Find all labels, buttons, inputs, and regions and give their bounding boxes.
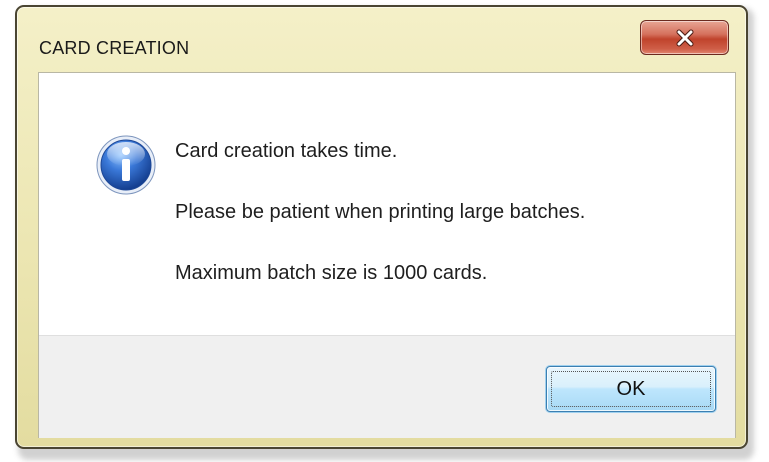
close-button[interactable] <box>640 20 729 55</box>
message-area: Card creation takes time. Please be pati… <box>39 73 735 335</box>
message-line-1: Card creation takes time. <box>175 140 398 162</box>
window-title: CARD CREATION <box>39 38 190 58</box>
info-icon <box>96 135 156 195</box>
button-bar: OK <box>39 335 735 438</box>
dialog-window: CARD CREATION Card creation takes time. … <box>15 5 748 449</box>
close-icon <box>676 29 693 46</box>
message-line-2: Please be patient when printing large ba… <box>175 201 586 223</box>
ok-button[interactable]: OK <box>546 366 716 412</box>
ok-button-label: OK <box>616 377 646 400</box>
message-line-3: Maximum batch size is 1000 cards. <box>175 262 488 284</box>
dialog-client-area: Card creation takes time. Please be pati… <box>38 72 736 438</box>
